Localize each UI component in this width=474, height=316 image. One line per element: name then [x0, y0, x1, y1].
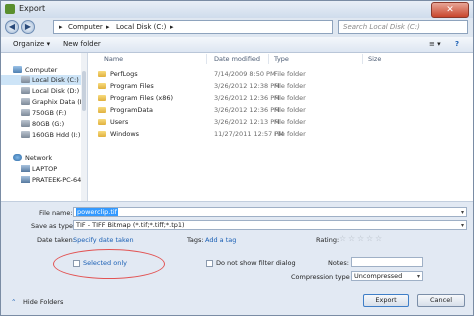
nav-item-750gb[interactable]: 750GB (F:) [1, 108, 87, 118]
compression-label: Compression type [291, 273, 350, 281]
breadcrumb-computer[interactable]: Computer [68, 23, 103, 31]
star-icon[interactable]: ☆ [357, 234, 364, 243]
pc-icon [21, 176, 30, 183]
column-divider[interactable] [206, 54, 207, 64]
selected-only-checkbox[interactable] [73, 260, 80, 267]
rating-label: Rating: [316, 236, 340, 244]
star-icon[interactable]: ☆ [339, 234, 346, 243]
breadcrumb-local-disk[interactable]: Local Disk (C:) [116, 23, 166, 31]
star-icon[interactable]: ☆ [375, 234, 382, 243]
computer-icon [13, 66, 22, 73]
navigation-pane: Computer Local Disk (C:) Local Disk (D:)… [1, 53, 88, 201]
pc-icon [21, 165, 30, 172]
organize-button[interactable]: Organize ▾ [13, 40, 50, 48]
nav-item-laptop[interactable]: LAPTOP [1, 164, 87, 174]
compression-select[interactable]: Uncompressed ▾ [351, 271, 423, 281]
file-row[interactable]: Windows 11/27/2011 12:57 PM File folder [88, 129, 473, 139]
export-dialog: Export ✕ ◀ ▶ ▸ Computer ▸ Local Disk (C:… [0, 0, 474, 316]
drive-icon [21, 109, 30, 116]
chevron-down-icon[interactable]: ▾ [461, 222, 464, 229]
drive-icon [21, 98, 30, 105]
address-bar[interactable]: ▸ Computer ▸ Local Disk (C:) ▸ [53, 20, 333, 34]
breadcrumb-separator: ▸ [59, 23, 63, 31]
notes-label: Notes: [328, 259, 349, 267]
file-row[interactable]: Program Files 3/26/2012 12:38 PM File fold… [88, 81, 473, 91]
nav-scrollbar-thumb[interactable] [82, 71, 86, 111]
hide-folders-icon[interactable]: ⌃ [11, 298, 16, 306]
back-button[interactable]: ◀ [5, 20, 19, 34]
hide-folders-button[interactable]: Hide Folders [23, 298, 63, 306]
drive-icon [21, 87, 30, 94]
column-header-date[interactable]: Date modified [214, 55, 260, 63]
file-row[interactable]: ProgramData 3/26/2012 12:36 PM File folder [88, 105, 473, 115]
chevron-down-icon[interactable]: ▾ [417, 273, 420, 280]
network-icon [13, 154, 22, 161]
save-as-label: Save as type: [31, 222, 76, 230]
file-row[interactable]: Program Files (x86) 3/26/2012 12:36 PM Fil… [88, 93, 473, 103]
forward-button[interactable]: ▶ [21, 20, 35, 34]
address-row: ◀ ▶ ▸ Computer ▸ Local Disk (C:) ▸ Searc… [1, 18, 473, 37]
date-taken-label: Date taken: [37, 236, 75, 244]
breadcrumb-separator: ▸ [106, 23, 110, 31]
cancel-button[interactable]: Cancel [417, 294, 465, 307]
window-title: Export [19, 4, 46, 13]
column-header-name[interactable]: Name [104, 55, 123, 63]
folder-icon [98, 71, 106, 77]
nav-item-160gb[interactable]: 160GB Hdd (I:) [1, 130, 87, 140]
no-filter-dialog-checkbox[interactable] [206, 260, 213, 267]
file-row[interactable]: Users 3/26/2012 12:13 PM File folder [88, 117, 473, 127]
folder-icon [98, 83, 106, 89]
new-folder-button[interactable]: New folder [63, 40, 101, 48]
selected-only-label[interactable]: Selected only [83, 259, 127, 267]
add-tag-link[interactable]: Add a tag [205, 236, 236, 244]
save-as-type-select[interactable]: TIF - TIFF Bitmap (*.tif;*.tiff;*.tp1) ▾ [73, 220, 467, 230]
drive-icon [21, 120, 30, 127]
chevron-down-icon[interactable]: ▾ [461, 209, 464, 216]
search-input[interactable]: Search Local Disk (C:) [338, 20, 468, 34]
drive-icon [21, 76, 30, 83]
nav-item-prateek-pc[interactable]: PRATEEK-PC-64 [1, 175, 87, 185]
no-filter-dialog-label[interactable]: Do not show filter dialog [216, 259, 296, 267]
nav-item-computer[interactable]: Computer [1, 65, 87, 75]
specify-date-link[interactable]: Specify date taken [73, 236, 134, 244]
save-options-panel: File name: powerclip.tif ▾ Save as type:… [1, 201, 473, 315]
nav-item-local-disk-d[interactable]: Local Disk (D:) [1, 86, 87, 96]
folder-icon [98, 95, 106, 101]
nav-item-local-disk-c[interactable]: Local Disk (C:) [1, 75, 87, 85]
drive-icon [21, 131, 30, 138]
views-button[interactable]: ≡ ▾ [429, 40, 441, 48]
breadcrumb-separator: ▸ [170, 23, 174, 31]
file-row[interactable]: PerfLogs 7/14/2009 8:50 PM File folder [88, 69, 473, 79]
app-icon [5, 4, 15, 14]
file-name-label: File name: [39, 209, 73, 217]
tags-label: Tags: [187, 236, 204, 244]
nav-item-80gb[interactable]: 80GB (G:) [1, 119, 87, 129]
notes-input[interactable] [351, 257, 423, 267]
folder-icon [98, 131, 106, 137]
title-bar: Export ✕ [1, 1, 473, 18]
folder-icon [98, 107, 106, 113]
star-icon[interactable]: ☆ [366, 234, 373, 243]
column-header-type[interactable]: Type [274, 55, 289, 63]
folder-icon [98, 119, 106, 125]
nav-item-network[interactable]: Network [1, 153, 87, 163]
column-divider[interactable] [362, 54, 363, 64]
file-list: Name Date modified Type Size PerfLogs 7/1… [88, 53, 473, 201]
column-header-size[interactable]: Size [368, 55, 381, 63]
export-button[interactable]: Export [363, 294, 409, 307]
column-divider[interactable] [268, 54, 269, 64]
star-icon[interactable]: ☆ [348, 234, 355, 243]
help-icon[interactable]: ? [455, 40, 459, 48]
nav-item-graphix-data[interactable]: Graphix Data (E:) [1, 97, 87, 107]
command-toolbar: Organize ▾ New folder ≡ ▾ ? [1, 37, 473, 53]
file-name-input[interactable]: powerclip.tif ▾ [73, 207, 467, 217]
close-button[interactable]: ✕ [431, 2, 469, 18]
